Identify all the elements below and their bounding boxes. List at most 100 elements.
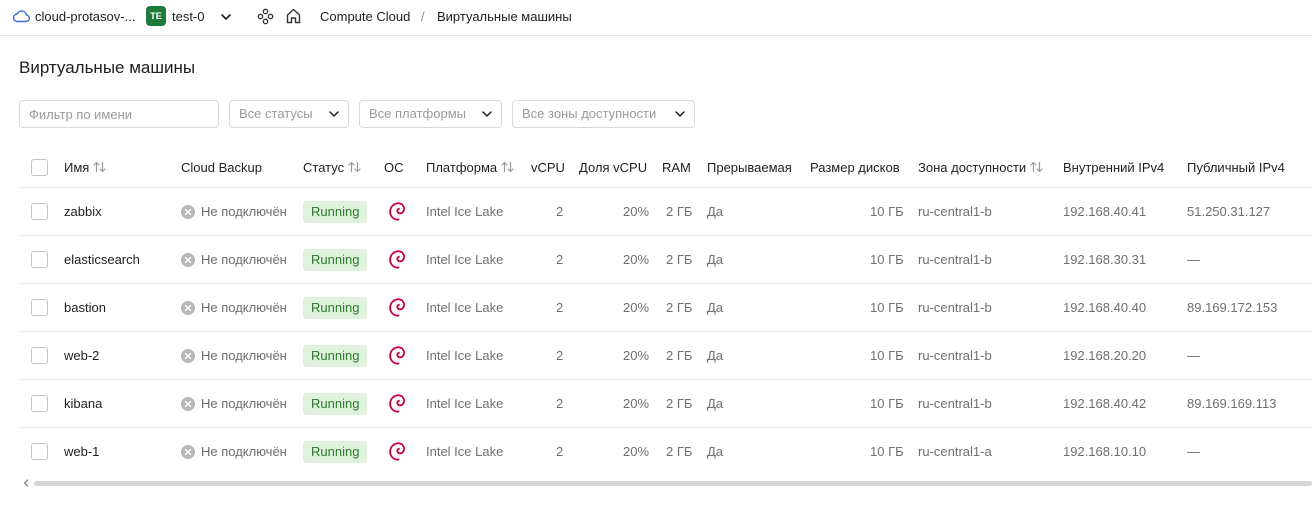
backup-status: Не подключён — [201, 300, 287, 315]
zone-value: ru-central1-a — [918, 444, 992, 459]
preemptible-value: Да — [707, 348, 724, 363]
backup-status: Не подключён — [201, 444, 287, 459]
platform-value: Intel Ice Lake — [426, 348, 504, 363]
sort-icon[interactable] — [1030, 161, 1043, 173]
column-header-ipv4-public: Публичный IPv4 — [1187, 160, 1285, 175]
platform-value: Intel Ice Lake — [426, 204, 504, 219]
cloud-name[interactable]: cloud-protasov-... — [35, 9, 135, 24]
vm-name-link[interactable]: elasticsearch — [64, 252, 140, 267]
chevron-down-icon — [482, 111, 492, 117]
vcpu-value: 2 — [556, 204, 564, 219]
header-divider — [19, 187, 1312, 188]
zone-value: ru-central1-b — [918, 348, 992, 363]
platform-value: Intel Ice Lake — [426, 300, 504, 315]
backup-status: Не подключён — [201, 348, 287, 363]
debian-icon — [389, 298, 405, 317]
preemptible-value: Да — [707, 300, 724, 315]
home-icon[interactable] — [285, 7, 302, 25]
preemptible-value: Да — [707, 252, 724, 267]
vcpu-value: 2 — [556, 252, 564, 267]
column-header-status[interactable]: Статус — [303, 160, 361, 175]
backup-status: Не подключён — [201, 204, 287, 219]
column-header-vcpu: vCPU — [531, 160, 565, 175]
backup-disabled-icon — [181, 301, 195, 315]
breadcrumb-separator: / — [421, 9, 425, 24]
ipv4-internal-value: 192.168.10.10 — [1063, 444, 1147, 459]
vm-name-link[interactable]: bastion — [64, 300, 106, 315]
vcpu-share-value: 20% — [623, 444, 650, 459]
backup-disabled-icon — [181, 397, 195, 411]
row-divider — [19, 331, 1312, 332]
row-checkbox[interactable] — [31, 251, 48, 268]
ipv4-internal-value: 192.168.40.41 — [1063, 204, 1147, 219]
debian-icon — [389, 202, 405, 221]
platform-value: Intel Ice Lake — [426, 252, 504, 267]
status-badge: Running — [303, 441, 368, 463]
vcpu-share-value: 20% — [623, 300, 650, 315]
sort-icon[interactable] — [93, 161, 106, 173]
cloud-icon[interactable] — [11, 8, 31, 24]
column-header-os: ОС — [384, 160, 404, 175]
vcpu-value: 2 — [556, 300, 564, 315]
chevron-down-icon — [675, 111, 685, 117]
backup-status: Не подключён — [201, 252, 287, 267]
vcpu-share-value: 20% — [623, 204, 650, 219]
column-header-zone[interactable]: Зона доступности — [918, 160, 1043, 175]
select-all-checkbox[interactable] — [31, 159, 48, 176]
status-filter-select[interactable]: Все статусы — [229, 100, 349, 128]
zone-value: ru-central1-b — [918, 252, 992, 267]
ipv4-internal-value: 192.168.20.20 — [1063, 348, 1147, 363]
ram-value: 2 ГБ — [666, 444, 693, 459]
preemptible-value: Да — [707, 444, 724, 459]
sort-icon[interactable] — [501, 161, 514, 173]
row-checkbox[interactable] — [31, 443, 48, 460]
platform-value: Intel Ice Lake — [426, 396, 504, 411]
preemptible-value: Да — [707, 204, 724, 219]
platform-value: Intel Ice Lake — [426, 444, 504, 459]
column-header-platform[interactable]: Платформа — [426, 160, 514, 175]
top-bar: cloud-protasov-... TE test-0 Compute Clo… — [0, 0, 1312, 36]
vcpu-value: 2 — [556, 396, 564, 411]
debian-icon — [389, 346, 405, 365]
folder-name[interactable]: test-0 — [172, 9, 205, 24]
zone-filter-value: Все зоны доступности — [522, 106, 657, 121]
ipv4-public-value: 89.169.169.113 — [1187, 396, 1277, 411]
platform-filter-select[interactable]: Все платформы — [359, 100, 502, 128]
folder-badge[interactable]: TE — [146, 6, 166, 26]
status-badge: Running — [303, 297, 368, 319]
vcpu-value: 2 — [556, 348, 564, 363]
name-filter[interactable] — [19, 100, 219, 128]
scroll-left-icon[interactable] — [21, 478, 31, 488]
column-header-backup: Cloud Backup — [181, 160, 262, 175]
vcpu-share-value: 20% — [623, 252, 650, 267]
name-filter-input[interactable] — [29, 101, 209, 127]
row-checkbox[interactable] — [31, 395, 48, 412]
vm-name-link[interactable]: web-2 — [64, 348, 99, 363]
ipv4-public-value: 89.169.172.153 — [1187, 300, 1278, 315]
ipv4-internal-value: 192.168.30.31 — [1063, 252, 1147, 267]
status-badge: Running — [303, 249, 368, 271]
row-checkbox[interactable] — [31, 347, 48, 364]
horizontal-scrollbar[interactable] — [34, 481, 1312, 486]
row-checkbox[interactable] — [31, 203, 48, 220]
zone-value: ru-central1-b — [918, 396, 992, 411]
debian-icon — [389, 250, 405, 269]
chevron-down-icon — [329, 111, 339, 117]
breadcrumb-compute-cloud[interactable]: Compute Cloud — [320, 9, 410, 24]
zone-filter-select[interactable]: Все зоны доступности — [512, 100, 695, 128]
status-filter-value: Все статусы — [239, 106, 313, 121]
ram-value: 2 ГБ — [666, 300, 693, 315]
sort-icon[interactable] — [348, 161, 361, 173]
column-header-name[interactable]: Имя — [64, 160, 106, 175]
row-checkbox[interactable] — [31, 299, 48, 316]
backup-disabled-icon — [181, 253, 195, 267]
ipv4-internal-value: 192.168.40.40 — [1063, 300, 1147, 315]
disk-value: 10 ГБ — [870, 444, 904, 459]
vm-name-link[interactable]: kibana — [64, 396, 102, 411]
chevron-down-icon[interactable] — [219, 10, 233, 24]
services-icon[interactable] — [257, 8, 274, 25]
vcpu-value: 2 — [556, 444, 564, 459]
zone-value: ru-central1-b — [918, 204, 992, 219]
vm-name-link[interactable]: zabbix — [64, 204, 102, 219]
vm-name-link[interactable]: web-1 — [64, 444, 99, 459]
